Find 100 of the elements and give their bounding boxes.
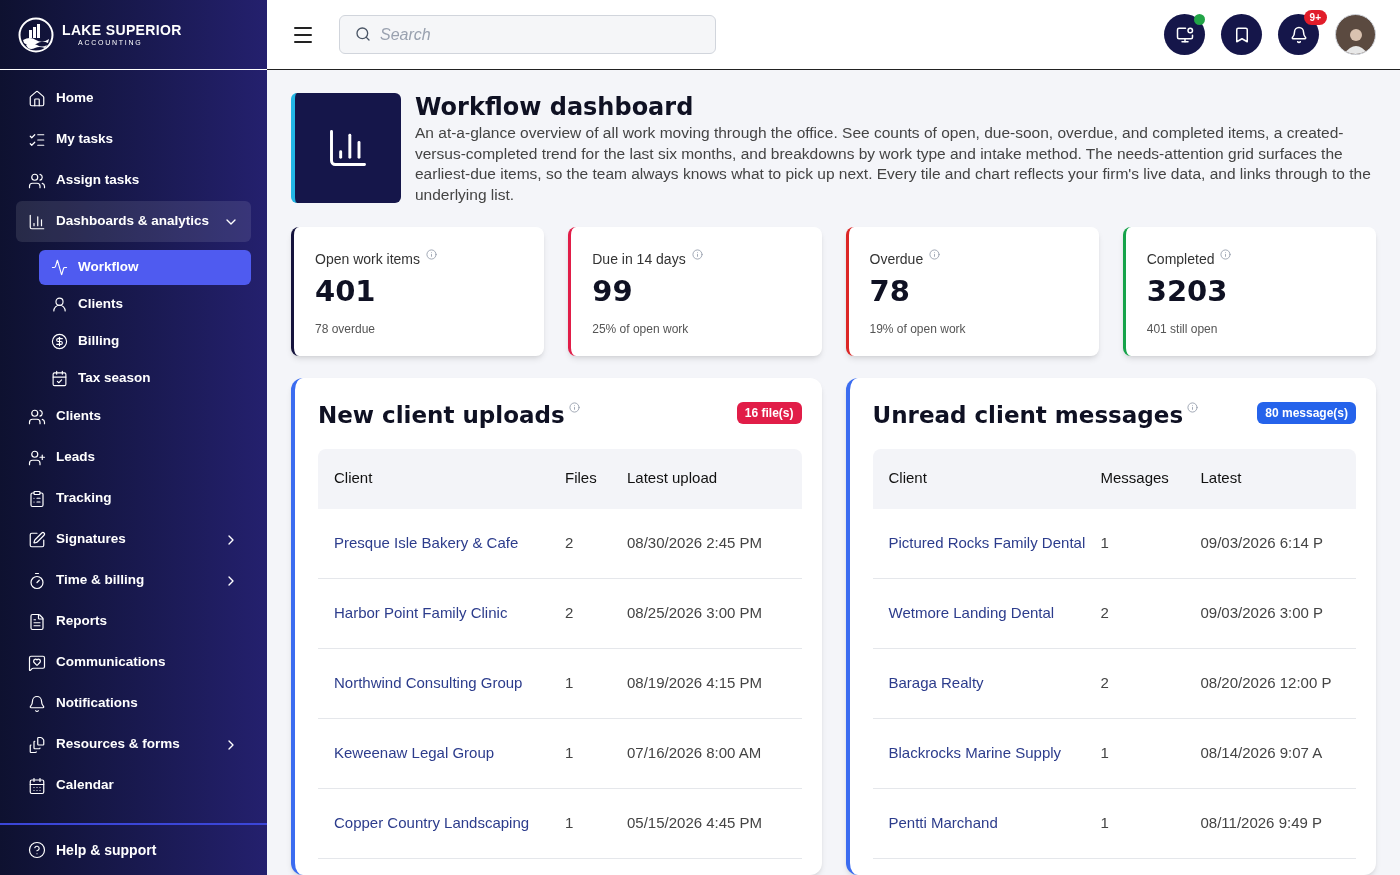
menu-item-icon [28, 653, 46, 672]
column-header: Client [887, 468, 928, 489]
client-link[interactable]: Copper Country Landscaping [318, 811, 565, 835]
table-cell-text: 1 [565, 672, 575, 693]
table-cell-text: 08/11/2026 9:49 P [1200, 812, 1323, 833]
stat-label: Completed [1146, 250, 1215, 269]
client-link[interactable]: Baraga Realty [872, 671, 1101, 695]
menu-item-icon [28, 612, 46, 631]
column-header: Files [565, 468, 598, 489]
stat-value: 3203 [1146, 273, 1229, 310]
table-cell-text: 1 [1100, 532, 1110, 553]
table-cell-text: 05/15/2026 4:45 PM [627, 812, 764, 833]
menu-item-icon [28, 530, 46, 549]
sidebar-item[interactable]: Notifications [16, 683, 251, 724]
info-icon [1187, 402, 1199, 413]
sidebar-item[interactable]: Leads [16, 437, 251, 478]
client-link[interactable]: Pentti Marchand [872, 811, 1101, 835]
panel-title: Unread client messages [872, 401, 1184, 430]
sidebar-item[interactable]: Tracking [16, 478, 251, 519]
bell-icon [1289, 25, 1308, 44]
column-header: Messages [1100, 468, 1170, 489]
notifications-button[interactable] [1278, 14, 1319, 55]
menu-item-icon [28, 212, 46, 231]
menu-item-icon [28, 89, 46, 108]
stat-note: 401 still open [1146, 321, 1219, 338]
table-cell-text: 2 [1100, 602, 1110, 623]
menu-item-icon [28, 407, 46, 426]
info-icon [691, 249, 703, 260]
submenu-item[interactable]: Billing [39, 324, 251, 359]
column-header: Latest [1200, 468, 1243, 489]
sidebar-item[interactable]: Dashboards & analytics [16, 201, 251, 242]
submenu-item-icon [51, 296, 68, 313]
count-badge: 80 message(s) [1257, 402, 1356, 424]
menu-item-icon [28, 171, 46, 190]
table-cell-text: 2 [1100, 672, 1110, 693]
avatar[interactable] [1335, 14, 1376, 55]
table-cell-text: 1 [1100, 812, 1110, 833]
stat-value: 78 [869, 273, 911, 310]
stat-label: Overdue [869, 250, 924, 269]
sidebar-item[interactable]: Clients [16, 396, 251, 437]
sidebar-item[interactable]: Signatures [16, 519, 251, 560]
sidebar-item[interactable]: Home [16, 78, 251, 119]
activity-monitor-icon [1175, 25, 1194, 44]
sidebar-item[interactable]: Time & billing [16, 560, 251, 601]
submenu-item[interactable]: Clients [39, 287, 251, 322]
notification-badge: 9+ [1303, 10, 1327, 25]
stat-value: 401 [315, 273, 377, 310]
monitor-button[interactable] [1164, 14, 1205, 55]
help-icon [28, 841, 46, 859]
submenu-item[interactable]: Workflow [39, 250, 251, 285]
table-cell-text: 2 [565, 532, 575, 553]
sidebar-item[interactable]: Reports [16, 601, 251, 642]
table-cell-text: 1 [1100, 742, 1110, 763]
stat-note: 25% of open work [592, 321, 690, 338]
submenu-item-icon [51, 259, 68, 276]
stat-note: 78 overdue [315, 321, 377, 338]
client-link[interactable]: Keweenaw Legal Group [318, 741, 565, 765]
help-link[interactable]: Help & support [16, 839, 169, 861]
client-link[interactable]: Harbor Point Family Clinic [318, 601, 565, 625]
info-icon [1220, 249, 1232, 260]
stat-label: Open work items [315, 250, 421, 269]
sidebar-item[interactable]: Assign tasks [16, 160, 251, 201]
page-description: An at-a-glance overview of all work moving through the office. See counts of open, due-soon, overdue, and completed items, a created-versus-completed trend for the last six months, and breakdowns by work type and intake method. The needs-attention grid surfaces the earliest-due items, so the team always knows what to pick up next. Every tile and chart reflects your firm's live data, and links through to the underlying list. [415, 123, 1372, 205]
table-cell-text: 1 [565, 812, 575, 833]
column-header: Client [333, 468, 374, 489]
submenu-item[interactable]: Tax season [39, 361, 251, 396]
table-cell-text: 08/14/2026 9:07 A [1200, 742, 1324, 763]
stat-label: Due in 14 days [592, 250, 686, 269]
search-field[interactable]: Search [339, 15, 716, 54]
sidebar-item[interactable]: Communications [16, 642, 251, 683]
sidebar-item[interactable]: My tasks [16, 119, 251, 160]
table-cell-text: 09/03/2026 6:14 P [1200, 532, 1325, 553]
count-badge: 16 file(s) [736, 402, 802, 424]
table-cell-text: 09/03/2026 3:00 P [1200, 602, 1325, 623]
table-cell-text: 08/19/2026 4:15 PM [627, 672, 764, 693]
stat-value: 99 [592, 273, 634, 310]
sidebar-item[interactable]: Resources & forms [16, 724, 251, 765]
sidebar-item[interactable]: Calendar [16, 765, 251, 806]
bookmark-button[interactable] [1221, 14, 1262, 55]
client-link[interactable]: Pictured Rocks Family Dental [872, 531, 1101, 555]
submenu-item-icon [51, 333, 68, 350]
menu-item-icon [28, 735, 46, 754]
submenu-item-icon [51, 370, 68, 387]
client-link[interactable]: Northwind Consulting Group [318, 671, 565, 695]
client-link[interactable]: Wetmore Landing Dental [872, 601, 1101, 625]
panel-title: New client uploads [318, 401, 565, 430]
menu-item-icon [28, 776, 46, 795]
menu-item-icon [28, 489, 46, 508]
client-link[interactable]: Blackrocks Marine Supply [872, 741, 1101, 765]
table-cell-text: 1 [565, 742, 575, 763]
menu-item-icon [28, 571, 46, 590]
info-icon [568, 402, 580, 413]
search-icon [355, 26, 371, 42]
logo-icon [18, 16, 54, 53]
table-cell-text: 08/25/2026 3:00 PM [627, 602, 764, 623]
table-cell-text: 08/30/2026 2:45 PM [627, 532, 764, 553]
info-icon [426, 249, 438, 260]
stat-note: 19% of open work [869, 321, 967, 338]
column-header: Latest upload [627, 468, 719, 489]
client-link[interactable]: Presque Isle Bakery & Cafe [318, 531, 565, 555]
